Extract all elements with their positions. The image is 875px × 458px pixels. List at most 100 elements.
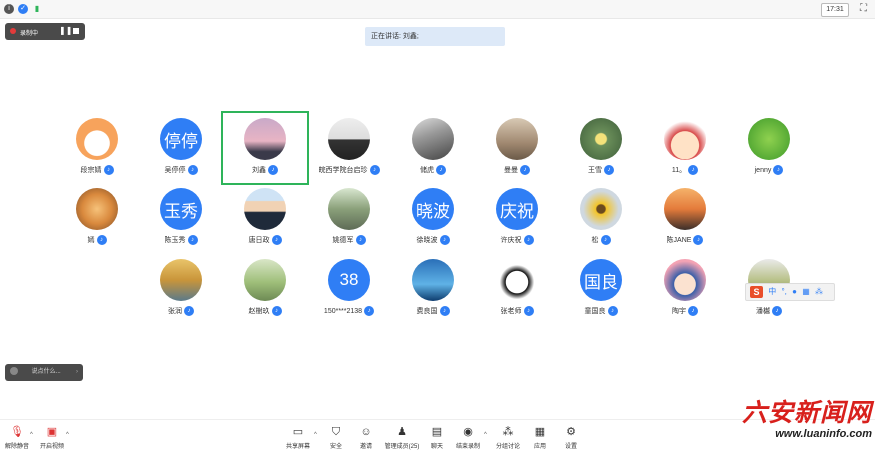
- green-drops-avatar: [748, 118, 790, 160]
- participant-name-row: 徐晓波 ♪: [391, 234, 475, 246]
- security-button[interactable]: ⛉ 安全: [326, 425, 346, 455]
- participant-tile[interactable]: 38 150****2138 ♪: [307, 254, 391, 324]
- share-screen-button[interactable]: ▭ 共享屏幕: [284, 425, 312, 455]
- manage-members-button[interactable]: ♟ 管理成员(25): [383, 425, 421, 455]
- participant-name-row: 陈JANE ♪: [643, 234, 727, 246]
- mic-icon: ♪: [693, 235, 704, 245]
- person-photo-avatar: [328, 118, 370, 160]
- participant-name: 唐日政: [248, 237, 270, 244]
- share-label: 共享屏幕: [285, 444, 310, 450]
- chevron-up-icon[interactable]: ^: [484, 432, 487, 438]
- monitor-icon: ▭: [292, 426, 304, 438]
- participant-name: 童国良: [584, 308, 606, 315]
- participant-tile[interactable]: 刘鑫 ♪: [221, 111, 309, 185]
- chevron-up-icon[interactable]: ^: [66, 432, 69, 438]
- participant-tile[interactable]: jenny ♪: [727, 113, 811, 183]
- participant-tile[interactable]: 储虎 ♪: [391, 113, 475, 183]
- participant-tile[interactable]: 张润 ♪: [139, 254, 223, 324]
- participant-tile[interactable]: 曼曼 ♪: [475, 113, 559, 183]
- participant-tile[interactable]: 姚德军 ♪: [307, 183, 391, 253]
- participant-tile[interactable]: 唐日政 ♪: [223, 183, 307, 253]
- participant-tile[interactable]: 段宗婧 ♪: [55, 113, 139, 183]
- participant-name: 王雪: [588, 167, 602, 174]
- participant-name: 徐晓波: [416, 237, 438, 244]
- start-video-label: 开启视频: [39, 444, 64, 450]
- chat-placeholder: 说点什么...: [31, 369, 61, 375]
- security-label: 安全: [329, 444, 342, 450]
- mic-icon: ♪: [520, 165, 530, 175]
- chat-input[interactable]: 说点什么... ›: [5, 364, 83, 381]
- participant-tile[interactable]: 玉秀 陈玉秀 ♪: [139, 183, 223, 253]
- participant-name-row: 童国良 ♪: [559, 305, 643, 317]
- participant-name: 赵樹玖: [248, 308, 270, 315]
- participant-name: 嫣: [87, 237, 95, 244]
- participant-tile[interactable]: 11。 ♪: [643, 113, 727, 183]
- unmute-button[interactable]: 🎙 解除静音: [2, 425, 32, 455]
- apps-button[interactable]: ▦ 应用: [530, 425, 550, 455]
- ime-mode[interactable]: 中: [768, 287, 776, 296]
- participant-tile[interactable]: 庆祝许庆祝 ♪: [475, 183, 559, 253]
- participant-name: 姚德军: [332, 237, 354, 244]
- mic-muted-icon: 🎙: [10, 426, 24, 438]
- mic-icon: ♪: [355, 235, 366, 245]
- participant-name-row: 储虎 ♪: [391, 164, 475, 176]
- chevron-right-icon[interactable]: ›: [76, 364, 78, 381]
- record-label: 结束录制: [455, 444, 480, 450]
- chat-label: 聊天: [430, 444, 443, 450]
- chevron-up-icon[interactable]: ^: [30, 432, 33, 438]
- mic-icon: ♪: [439, 306, 450, 316]
- unmute-label: 解除静音: [4, 444, 29, 450]
- participant-avatar: 晓波: [412, 188, 454, 230]
- participant-avatar: 玉秀: [160, 188, 202, 230]
- punctuation-icon[interactable]: °,: [781, 287, 786, 296]
- willow-avatar: [244, 259, 286, 301]
- mic-icon: ♪: [364, 306, 375, 316]
- participant-name: 储虎: [420, 167, 434, 174]
- autumn-tree-avatar: [160, 259, 202, 301]
- landscape-avatar: [496, 118, 538, 160]
- participant-tile[interactable]: 松 ♪: [559, 183, 643, 253]
- participant-tile[interactable]: 王雪 ♪: [559, 113, 643, 183]
- mic-icon: ♪: [600, 235, 611, 245]
- participant-tile[interactable]: 陈JANE ♪: [643, 183, 727, 253]
- participant-tile[interactable]: 陶宇 ♪: [643, 254, 727, 324]
- people-icon: ♟: [397, 426, 407, 438]
- ime-toolbar[interactable]: S 中 °, ● ▦ ⁂: [745, 283, 835, 301]
- participant-tile[interactable]: 张老师 ♪: [475, 254, 559, 324]
- camera-off-icon: ▣: [46, 426, 58, 438]
- invite-button[interactable]: ☺ 邀请: [356, 425, 376, 455]
- participant-name-row: 陶宇 ♪: [643, 305, 727, 317]
- chat-button[interactable]: ▤ 聊天: [428, 425, 446, 455]
- participant-tile[interactable]: 费良国 ♪: [391, 254, 475, 324]
- mic-icon: ♪: [369, 165, 380, 175]
- participant-tile[interactable]: 嫣 ♪: [55, 183, 139, 253]
- start-video-button[interactable]: ▣ 开启视频: [37, 425, 67, 455]
- participant-tile[interactable]: 国良 童国良 ♪: [559, 254, 643, 324]
- mic-icon: ♪: [523, 306, 534, 316]
- breakout-button[interactable]: ⁂ 分组讨论: [494, 425, 522, 455]
- invite-label: 邀请: [359, 444, 372, 450]
- participant-name-row: 张润 ♪: [139, 305, 223, 317]
- keyboard-icon[interactable]: ▦: [802, 287, 810, 296]
- participant-avatar: 38: [328, 259, 370, 301]
- participant-tile[interactable]: 停停 吴停停 ♪: [139, 113, 223, 183]
- selfie-avatar: [412, 118, 454, 160]
- toolbox-icon[interactable]: ⁂: [815, 287, 823, 296]
- shield-icon: ⛉: [331, 426, 341, 438]
- portrait-avatar: [244, 188, 286, 230]
- cartoon-girl-avatar: [664, 118, 706, 160]
- mic-icon[interactable]: ●: [792, 287, 797, 296]
- participant-tile[interactable]: 皖西学院台启珍 ♪: [307, 113, 391, 183]
- participant-name: 许庆祝: [500, 237, 522, 244]
- stop-recording-button[interactable]: ◉ 结束录制: [455, 425, 481, 455]
- participant-tile[interactable]: 赵樹玖 ♪: [223, 254, 307, 324]
- mic-icon: ♪: [523, 235, 534, 245]
- chevron-up-icon[interactable]: ^: [314, 432, 317, 438]
- participant-tile[interactable]: 晓波徐晓波 ♪: [391, 183, 475, 253]
- sky-photo-avatar: [244, 118, 286, 160]
- participant-name: 150****2138: [323, 307, 363, 315]
- mic-icon: ♪: [103, 165, 114, 175]
- participant-avatar: 庆祝: [496, 188, 538, 230]
- settings-button[interactable]: ⚙ 设置: [561, 425, 581, 455]
- street-avatar: [328, 188, 370, 230]
